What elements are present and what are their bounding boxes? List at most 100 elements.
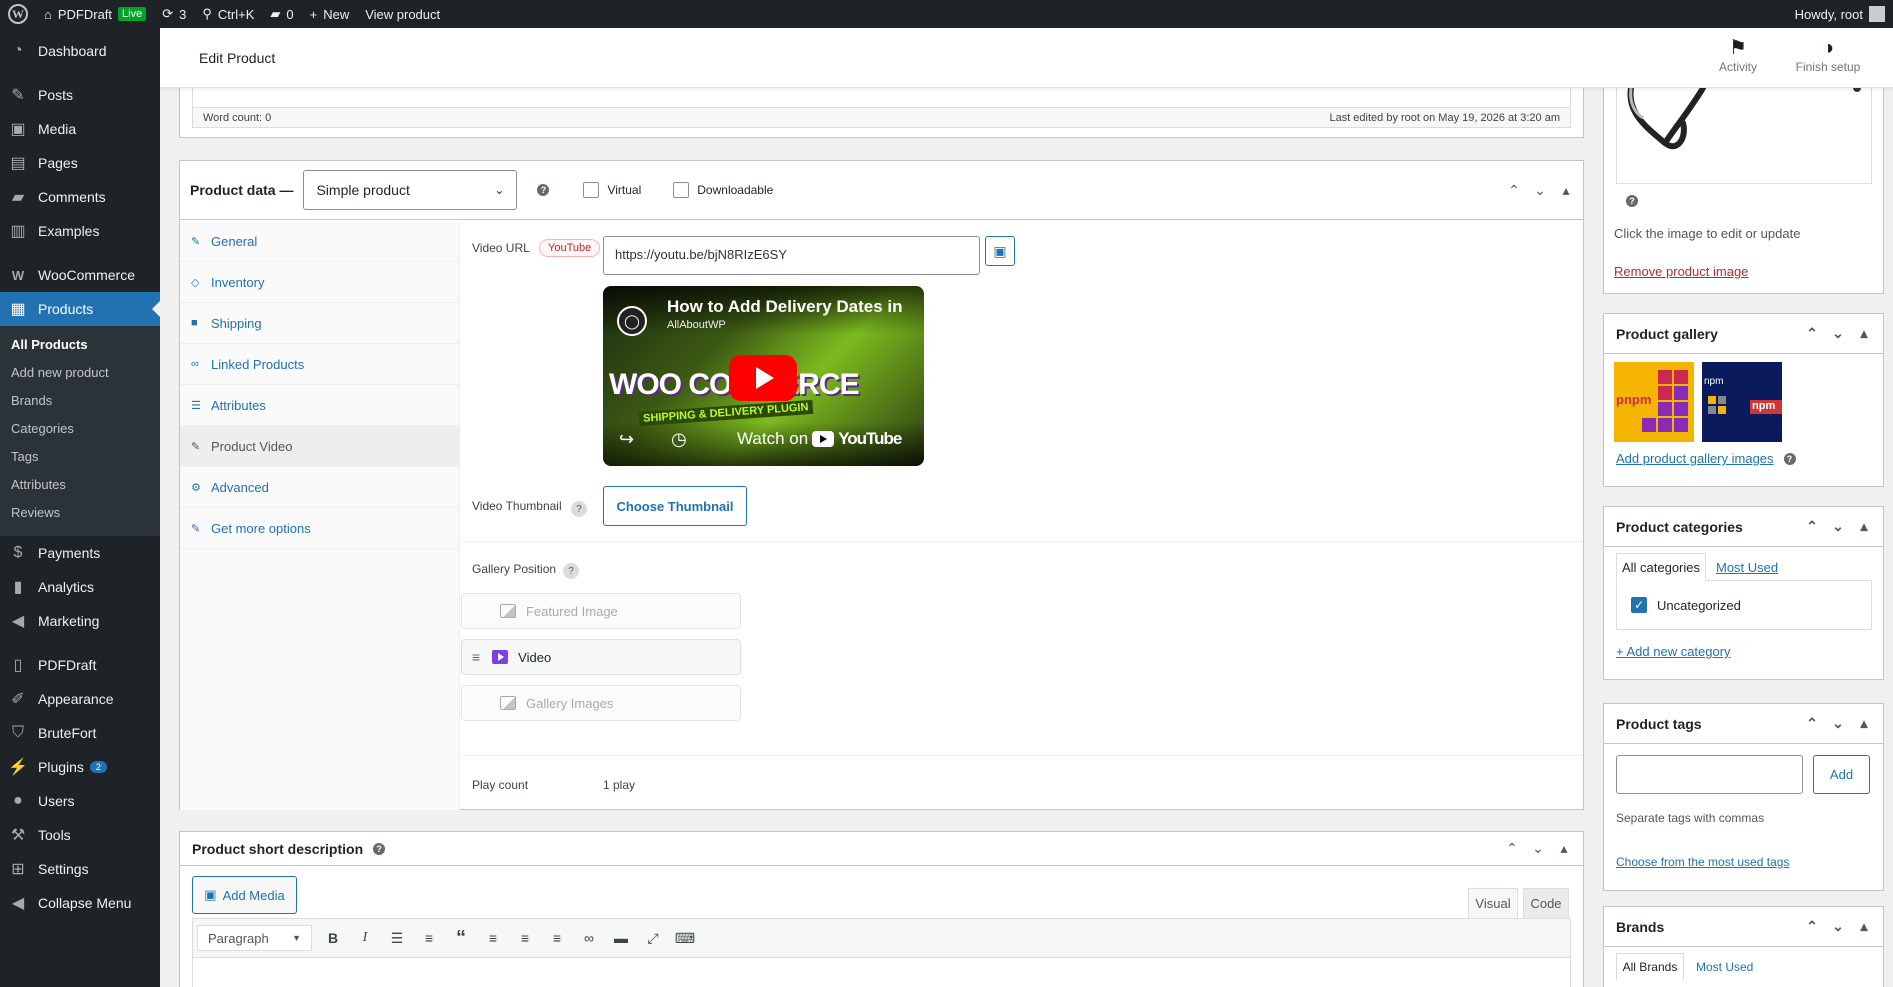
help-icon[interactable]: ? xyxy=(1783,452,1796,465)
virtual-checkbox-label[interactable]: Virtual xyxy=(583,182,641,198)
comments-link[interactable]: ▰ 0 xyxy=(262,0,301,28)
add-media-button[interactable]: ▣ Add Media xyxy=(192,876,297,914)
tab-general[interactable]: ✎ General xyxy=(180,221,459,262)
menu-item-posts[interactable]: ✎ Posts xyxy=(0,78,160,112)
add-new-category-link[interactable]: + Add new category xyxy=(1616,644,1731,659)
video-embed[interactable]: ◯ How to Add Delivery Dates in AllAboutW… xyxy=(603,286,924,466)
blockquote-button[interactable]: “ xyxy=(446,923,476,953)
submenu-item-all-products[interactable]: All Products xyxy=(0,332,160,360)
short-description-editor[interactable] xyxy=(192,958,1571,987)
choose-most-used-tags-link[interactable]: Choose from the most used tags xyxy=(1616,855,1789,869)
tab-visual[interactable]: Visual xyxy=(1468,888,1518,918)
menu-item-settings[interactable]: ⊞ Settings xyxy=(0,852,160,886)
site-name-link[interactable]: ⌂ PDFDraft Live xyxy=(36,0,154,28)
align-center-button[interactable]: ≡ xyxy=(510,923,540,953)
move-down-icon[interactable]: ⌄ xyxy=(1831,918,1845,935)
wp-logo-menu[interactable]: W xyxy=(0,0,36,28)
tab-get-more-options[interactable]: ✎ Get more options xyxy=(180,508,459,549)
read-more-button[interactable]: ▬ xyxy=(606,923,636,953)
gallery-item-video[interactable]: ≡ Video xyxy=(461,639,741,675)
fullscreen-button[interactable]: ⤢ xyxy=(638,923,668,953)
new-tag-input[interactable] xyxy=(1616,755,1803,794)
align-left-button[interactable]: ≡ xyxy=(478,923,508,953)
view-product-link[interactable]: View product xyxy=(357,0,448,28)
menu-item-products[interactable]: ▦ Products xyxy=(0,292,160,326)
virtual-checkbox[interactable] xyxy=(583,182,600,198)
menu-item-pdfdraft[interactable]: ▯ PDFDraft xyxy=(0,648,160,682)
product-type-select[interactable]: Simple product ⌄ xyxy=(303,170,518,210)
submenu-item-brands[interactable]: Brands xyxy=(0,388,160,416)
menu-item-marketing[interactable]: ◀ Marketing xyxy=(0,604,160,638)
menu-item-examples[interactable]: ▥ Examples xyxy=(0,214,160,248)
menu-item-pages[interactable]: ▤ Pages xyxy=(0,146,160,180)
toggle-panel-icon[interactable]: ▴ xyxy=(1559,182,1573,199)
drag-handle-icon[interactable]: ≡ xyxy=(472,649,480,665)
toggle-panel-icon[interactable]: ▴ xyxy=(1557,840,1571,857)
move-up-icon[interactable]: ⌃ xyxy=(1805,325,1819,342)
activity-button[interactable]: ⚑ Activity xyxy=(1703,36,1773,74)
submenu-item-tags[interactable]: Tags xyxy=(0,444,160,472)
menu-item-dashboard[interactable]: ◔ Dashboard xyxy=(0,34,160,68)
move-up-icon[interactable]: ⌃ xyxy=(1805,518,1819,535)
move-up-icon[interactable]: ⌃ xyxy=(1805,918,1819,935)
bold-button[interactable]: B xyxy=(318,923,348,953)
tab-all-categories[interactable]: All categories xyxy=(1616,553,1706,581)
move-up-icon[interactable]: ⌃ xyxy=(1507,182,1521,199)
gallery-image-pnpm[interactable]: pnpm xyxy=(1614,362,1694,442)
format-select[interactable]: Paragraph ▼ xyxy=(197,925,312,951)
move-down-icon[interactable]: ⌄ xyxy=(1831,518,1845,535)
updates-link[interactable]: ⟳ 3 xyxy=(154,0,194,28)
gallery-item-featured-image[interactable]: Featured Image xyxy=(461,593,741,629)
remove-product-image-link[interactable]: Remove product image xyxy=(1614,264,1748,279)
collapse-menu-button[interactable]: ◀ Collapse Menu xyxy=(0,886,160,920)
help-icon[interactable]: ? xyxy=(571,501,587,517)
toggle-panel-icon[interactable]: ▴ xyxy=(1857,325,1871,342)
finish-setup-button[interactable]: ◑ Finish setup xyxy=(1783,36,1873,74)
menu-item-tools[interactable]: ⚒ Tools xyxy=(0,818,160,852)
help-icon[interactable]: ? xyxy=(563,563,579,579)
media-library-button[interactable]: ▣ xyxy=(985,236,1015,266)
toggle-panel-icon[interactable]: ▴ xyxy=(1857,918,1871,935)
move-down-icon[interactable]: ⌄ xyxy=(1831,325,1845,342)
toolbar-toggle-button[interactable]: ⌨ xyxy=(670,923,700,953)
move-down-icon[interactable]: ⌄ xyxy=(1533,182,1547,199)
downloadable-checkbox[interactable] xyxy=(673,182,690,198)
menu-item-users[interactable]: ● Users xyxy=(0,784,160,818)
tab-code[interactable]: Code xyxy=(1523,888,1569,918)
help-icon[interactable]: ? xyxy=(1626,195,1638,207)
move-up-icon[interactable]: ⌃ xyxy=(1805,715,1819,732)
menu-item-brutefort[interactable]: ⛉ BruteFort xyxy=(0,716,160,750)
menu-item-woocommerce[interactable]: W WooCommerce xyxy=(0,258,160,292)
tab-most-used-brands[interactable]: Most Used xyxy=(1696,953,1753,981)
tab-inventory[interactable]: ◇ Inventory xyxy=(180,262,459,303)
add-gallery-images-link[interactable]: Add product gallery images xyxy=(1616,451,1774,466)
downloadable-checkbox-label[interactable]: Downloadable xyxy=(673,182,773,198)
move-down-icon[interactable]: ⌄ xyxy=(1831,715,1845,732)
tab-advanced[interactable]: ⚙ Advanced xyxy=(180,467,459,508)
submenu-item-reviews[interactable]: Reviews xyxy=(0,500,160,528)
toggle-panel-icon[interactable]: ▴ xyxy=(1857,518,1871,535)
tab-most-used[interactable]: Most Used xyxy=(1716,553,1778,581)
italic-button[interactable]: I xyxy=(350,923,380,953)
gallery-image-npm[interactable]: npm npm xyxy=(1702,362,1782,442)
choose-thumbnail-button[interactable]: Choose Thumbnail xyxy=(603,486,747,526)
menu-item-appearance[interactable]: ✐ Appearance xyxy=(0,682,160,716)
tab-linked-products[interactable]: ∞ Linked Products xyxy=(180,344,459,385)
menu-item-media[interactable]: ▣ Media xyxy=(0,112,160,146)
align-right-button[interactable]: ≡ xyxy=(542,923,572,953)
menu-item-comments[interactable]: ▰ Comments xyxy=(0,180,160,214)
menu-item-analytics[interactable]: ▮ Analytics xyxy=(0,570,160,604)
menu-item-payments[interactable]: $ Payments xyxy=(0,536,160,570)
menu-item-plugins[interactable]: ⚡ Plugins 2 xyxy=(0,750,160,784)
bullet-list-button[interactable]: ☰ xyxy=(382,923,412,953)
new-content-link[interactable]: + New xyxy=(302,0,358,28)
link-button[interactable]: ∞ xyxy=(574,923,604,953)
move-down-icon[interactable]: ⌄ xyxy=(1531,840,1545,857)
play-button[interactable] xyxy=(729,355,797,401)
uncategorized-checkbox[interactable]: ✓ xyxy=(1631,597,1647,613)
numbered-list-button[interactable]: ≡ xyxy=(414,923,444,953)
help-icon[interactable]: ? xyxy=(537,184,550,196)
tab-all-brands[interactable]: All Brands xyxy=(1616,953,1684,981)
command-palette-link[interactable]: ⚲ Ctrl+K xyxy=(194,0,262,28)
gallery-item-gallery-images[interactable]: Gallery Images xyxy=(461,685,741,721)
